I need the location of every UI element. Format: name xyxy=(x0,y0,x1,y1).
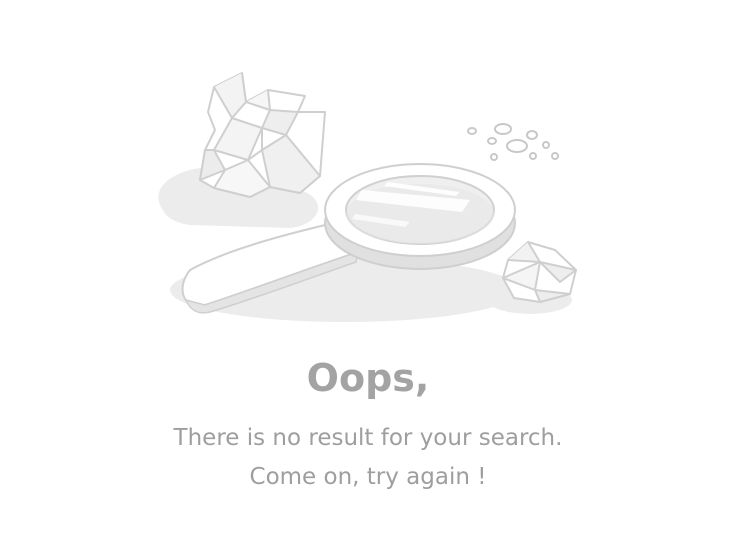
empty-state-title: Oops, xyxy=(306,356,430,400)
crumpled-paper-icon xyxy=(502,241,577,303)
empty-state-message-line-1: There is no result for your search. xyxy=(173,425,563,451)
no-results-illustration xyxy=(158,72,577,322)
empty-search-results: Oops, There is no result for your search… xyxy=(0,0,736,552)
empty-state-message: There is no result for your search. Come… xyxy=(0,419,736,497)
crumpled-paper-icon xyxy=(199,72,326,198)
empty-state-message-line-2: Come on, try again ! xyxy=(249,464,487,490)
crumbs-icon xyxy=(467,123,559,161)
